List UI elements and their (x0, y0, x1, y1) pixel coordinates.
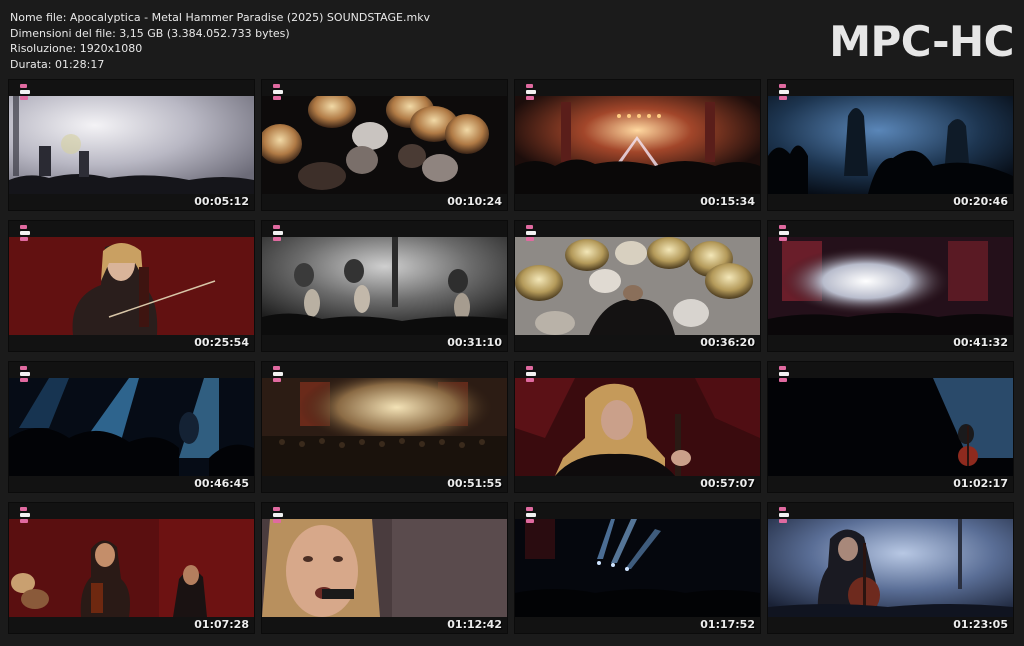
file-size-text: Dimensioni del file: 3,15 GB (3.384.052.… (10, 26, 290, 40)
thumbnail: 00:51:55 (262, 362, 507, 492)
thumbnail: 00:10:24 (262, 80, 507, 210)
video-frame (515, 237, 760, 335)
mpc-hc-logo: MPC-HC (829, 17, 1014, 66)
channel-logo-icon (273, 84, 283, 102)
timestamp-label: 00:15:34 (700, 195, 755, 208)
video-frame (768, 237, 1013, 335)
channel-logo-icon (779, 225, 789, 243)
timestamp-label: 00:10:24 (447, 195, 502, 208)
channel-logo-icon (20, 225, 30, 243)
thumbnail: 00:36:20 (515, 221, 760, 351)
thumbnail: 00:25:54 (9, 221, 254, 351)
video-frame (9, 519, 254, 617)
timestamp-label: 01:23:05 (953, 618, 1008, 631)
timestamp-label: 01:02:17 (953, 477, 1008, 490)
video-frame (262, 519, 507, 617)
timestamp-label: 00:46:45 (194, 477, 249, 490)
timestamp-label: 01:17:52 (700, 618, 755, 631)
channel-logo-icon (20, 507, 30, 525)
video-frame (515, 96, 760, 194)
channel-logo-icon (20, 366, 30, 384)
timestamp-label: 00:05:12 (194, 195, 249, 208)
timestamp-label: 00:41:32 (953, 336, 1008, 349)
video-frame (9, 237, 254, 335)
timestamp-label: 00:25:54 (194, 336, 249, 349)
video-frame (9, 378, 254, 476)
thumbnail: 00:41:32 (768, 221, 1013, 351)
duration-text: Durata: 01:28:17 (10, 57, 105, 71)
timestamp-label: 00:31:10 (447, 336, 502, 349)
thumbnail: 00:57:07 (515, 362, 760, 492)
channel-logo-icon (779, 366, 789, 384)
timestamp-label: 00:36:20 (700, 336, 755, 349)
resolution-text: Risoluzione: 1920x1080 (10, 42, 143, 55)
channel-logo-icon (779, 507, 789, 525)
channel-logo-icon (273, 507, 283, 525)
timestamp-label: 00:20:46 (953, 195, 1008, 208)
thumbnail: 01:23:05 (768, 503, 1013, 633)
timestamp-label: 00:51:55 (447, 477, 502, 490)
video-frame (9, 96, 254, 194)
channel-logo-icon (526, 507, 536, 525)
file-name-text: Nome file: Apocalyptica - Metal Hammer P… (10, 11, 431, 24)
thumbnail: 01:02:17 (768, 362, 1013, 492)
video-frame (515, 519, 760, 617)
video-frame (262, 378, 507, 476)
timestamp-label: 01:07:28 (194, 618, 249, 631)
video-frame (262, 237, 507, 335)
file-info-panel: Nome file: Apocalyptica - Metal Hammer P… (10, 10, 430, 72)
thumbnail: 01:07:28 (9, 503, 254, 633)
thumbnail: 01:17:52 (515, 503, 760, 633)
channel-logo-icon (273, 225, 283, 243)
thumbnail: 01:12:42 (262, 503, 507, 633)
channel-logo-icon (20, 84, 30, 102)
timestamp-label: 00:57:07 (700, 477, 755, 490)
thumbnail: 00:05:12 (9, 80, 254, 210)
video-frame (768, 519, 1013, 617)
thumbnail: 00:15:34 (515, 80, 760, 210)
channel-logo-icon (526, 84, 536, 102)
channel-logo-icon (526, 225, 536, 243)
video-frame (515, 378, 760, 476)
video-frame (262, 96, 507, 194)
channel-logo-icon (273, 366, 283, 384)
thumbnail: 00:20:46 (768, 80, 1013, 210)
thumbnail: 00:31:10 (262, 221, 507, 351)
thumbnail: 00:46:45 (9, 362, 254, 492)
thumbnail-grid: 00:05:12 00:10:24 00:15:34 00:20:46 00:2… (9, 80, 1013, 633)
channel-logo-icon (779, 84, 789, 102)
video-frame (768, 96, 1013, 194)
video-frame (768, 378, 1013, 476)
channel-logo-icon (526, 366, 536, 384)
timestamp-label: 01:12:42 (447, 618, 502, 631)
